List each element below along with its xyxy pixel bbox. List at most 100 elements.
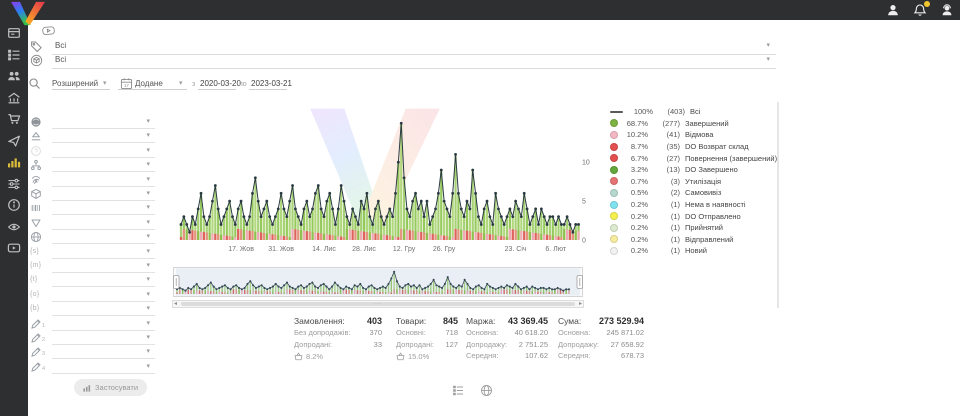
filter-row-region[interactable]: ▾	[30, 231, 158, 244]
legend-percent: 6.7%	[622, 154, 648, 163]
vertical-scrollbar[interactable]	[777, 102, 779, 308]
legend-percent: 3.2%	[622, 165, 648, 174]
sidebar-item-cart[interactable]	[7, 112, 21, 126]
legend-label: Всі	[690, 107, 700, 116]
date-to-input[interactable]: 2023-03-21	[251, 79, 292, 88]
legend-count: (403)	[658, 107, 685, 116]
chart-navigator[interactable]	[172, 267, 584, 303]
filter-row-custom-field-3[interactable]: 3▾	[30, 346, 158, 359]
legend-item[interactable]: 0.2%(1)Відправлений	[610, 234, 777, 246]
legend-count: (13)	[653, 165, 680, 174]
sidebar-item-warehouse[interactable]	[7, 91, 21, 105]
sidebar-item-video-tutorials[interactable]	[7, 241, 21, 255]
legend-item[interactable]: 0.2%(1)Прийнятий	[610, 222, 777, 234]
filter-row-token-t[interactable]: {t}▾	[30, 274, 158, 287]
filter-row-custom-field-1[interactable]: 1▾	[30, 318, 158, 331]
chart-globe-toggle-icon[interactable]	[480, 384, 493, 397]
filter-underline	[52, 358, 155, 359]
legend-dot-marker	[610, 189, 618, 197]
svg-text:5: 5	[582, 199, 586, 206]
scroll-right-icon[interactable]: ▸	[579, 300, 582, 308]
legend-percent: 0.2%	[622, 200, 648, 209]
orders-chart[interactable]: 17. Жов31. Жов14. Лис28. Лис12. Гру26. Г…	[176, 100, 596, 261]
identity-icon	[30, 174, 42, 186]
filter-row-product-box[interactable]: ▾	[30, 188, 158, 201]
svg-text:0: 0	[582, 238, 586, 245]
scroll-left-icon[interactable]: ◂	[174, 300, 177, 308]
filter-row-disabled-filter[interactable]: ▾	[30, 145, 158, 158]
legend-item[interactable]: 0.7%(3)Утилізація	[610, 176, 777, 188]
filter-row-identity[interactable]: ▾	[30, 174, 158, 187]
chevron-down-icon: ▾	[146, 291, 150, 298]
filter-underline	[52, 243, 155, 244]
filter-row-structure[interactable]: ▾	[30, 159, 158, 172]
product-filter-underline	[52, 68, 776, 69]
legend-item[interactable]: 100%(403)Всі	[610, 106, 777, 118]
token-m-icon: {m}	[30, 262, 41, 269]
legend-item[interactable]: 3.2%(13)DO Завершено	[610, 164, 777, 176]
chevron-down-icon: ▾	[146, 204, 150, 211]
token-t-icon: {t}	[30, 276, 38, 283]
user-icon[interactable]	[886, 3, 900, 17]
legend-count: (1)	[653, 212, 680, 221]
legend-item[interactable]: 68.7%(277)Завершений	[610, 118, 777, 130]
stat-subrow: Основна:245 871.02	[558, 328, 644, 340]
legend-item[interactable]: 0.2%(1)Нема в наявності	[610, 199, 777, 211]
analytics-page: Всі ▾ Всі ▾ Розширений ▾ 17 Додане ▾ з 2…	[0, 0, 960, 416]
product-box-icon	[30, 188, 42, 200]
sidebar-item-support[interactable]	[7, 220, 21, 234]
chevron-down-icon: ▾	[146, 118, 150, 125]
apply-button[interactable]: Застосувати	[74, 379, 147, 396]
sidebar-item-orders[interactable]	[7, 48, 21, 62]
legend-item[interactable]: 0.2%(1)DO Отправлено	[610, 210, 777, 222]
filter-row-country[interactable]: ▾	[30, 116, 158, 129]
filter-row-token-b[interactable]: {b}▾	[30, 303, 158, 316]
stat-subrow: Середня:678.73	[558, 351, 644, 363]
legend-item[interactable]: 0.5%(2)Самовивіз	[610, 187, 777, 199]
stat-header: Маржа:43 369.45	[466, 316, 548, 328]
date-to-label: по	[239, 81, 247, 88]
stat-subrow: Основні:718	[396, 328, 458, 340]
date-from-input[interactable]: 2020-03-20	[200, 79, 241, 88]
filter-row-custom-field-4[interactable]: 4▾	[30, 361, 158, 374]
horizontal-scrollbar[interactable]: ◂ ··· ▸	[172, 300, 584, 308]
legend-item[interactable]: 0.2%(1)Новий	[610, 245, 777, 257]
sidebar-item-settings[interactable]	[7, 177, 21, 191]
legend-item[interactable]: 10.2%(41)Відмова	[610, 129, 777, 141]
filter-row-barcode[interactable]: ▾	[30, 202, 158, 215]
notifications-icon[interactable]	[913, 3, 927, 17]
filter-underline	[52, 186, 155, 187]
legend-item[interactable]: 8.7%(35)DO Возврат склад	[610, 141, 777, 153]
chevron-down-icon: ▾	[146, 305, 150, 312]
sidebar-item-campaigns[interactable]	[7, 134, 21, 148]
filter-row-custom-field-2[interactable]: 2▾	[30, 332, 158, 345]
chart-legend: 100%(403)Всі68.7%(277)Завершений10.2%(41…	[610, 106, 777, 257]
stat-subrow: Допродажу:2 751.25	[466, 340, 548, 352]
search-mode-select[interactable]: Розширений	[52, 79, 98, 88]
region-icon	[30, 231, 42, 243]
status-filter[interactable]: Всі ▾	[28, 40, 776, 54]
legend-dot-marker	[610, 201, 618, 209]
sidebar-item-clients[interactable]	[7, 69, 21, 83]
filter-row-token-o[interactable]: {o}▾	[30, 289, 158, 302]
filter-row-token-m[interactable]: {m}▾	[30, 260, 158, 273]
search-icon[interactable]	[28, 77, 41, 90]
stat-column: Замовлення:403Без допродажів:370Допродан…	[294, 316, 382, 363]
product-filter[interactable]: Всі ▾	[28, 54, 776, 68]
filter-row-funnel[interactable]: ▾	[30, 217, 158, 230]
product-icon	[30, 54, 43, 67]
filter-row-level[interactable]: ▾	[30, 130, 158, 143]
sidebar-item-analytics[interactable]	[7, 155, 21, 169]
sidebar-item-info[interactable]	[7, 198, 21, 212]
date-field-select[interactable]: Додане	[135, 79, 163, 88]
filter-row-token-s[interactable]: {s}▾	[30, 246, 158, 259]
filter-underline	[52, 344, 155, 345]
legend-count: (3)	[653, 177, 680, 186]
tags-icon	[30, 40, 43, 53]
structure-icon	[30, 159, 42, 171]
app-logo[interactable]	[8, 1, 48, 31]
legend-item[interactable]: 6.7%(27)Повернення (завершений)	[610, 152, 777, 164]
assistant-icon[interactable]	[940, 3, 954, 17]
scrollbar-thumb[interactable]: ···	[181, 302, 575, 306]
chart-list-toggle-icon[interactable]	[452, 384, 465, 397]
